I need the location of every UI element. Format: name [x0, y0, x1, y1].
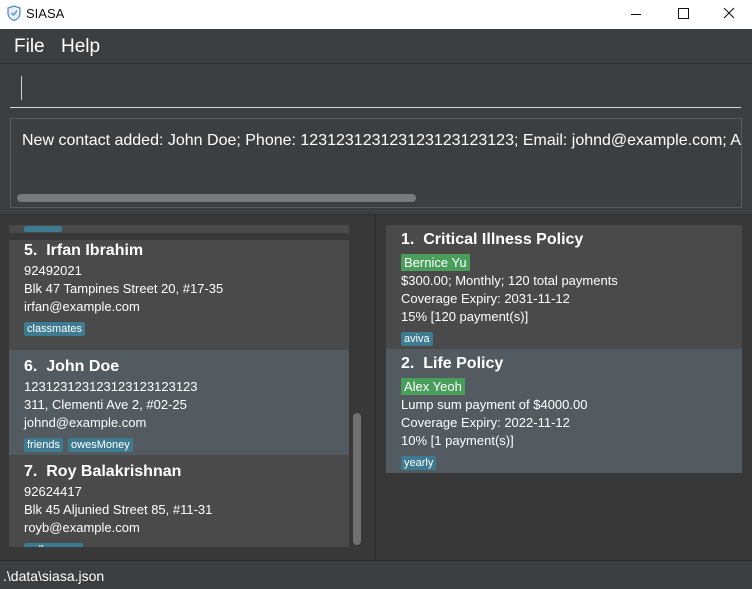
policy-title-text: Critical Illness Policy	[423, 231, 584, 248]
person-name: 7. Roy Balakrishnan	[24, 455, 349, 481]
policy-tag: aviva	[401, 332, 433, 346]
command-box	[0, 64, 752, 114]
person-name-text: Roy Balakrishnan	[46, 463, 182, 480]
window-title: SIASA	[26, 6, 65, 21]
person-name: 5. Irfan Ibrahim	[24, 240, 349, 260]
policy-title: 2. Life Policy	[401, 349, 742, 373]
minimize-icon	[631, 14, 641, 15]
person-tag: classmates	[24, 322, 86, 336]
policy-index: 2.	[401, 355, 415, 372]
policy-title-text: Life Policy	[423, 355, 504, 372]
person-card-selected[interactable]: 6. John Doe 123123123123123123123123 311…	[9, 350, 349, 455]
person-email: johnd@example.com	[24, 415, 147, 430]
person-index: 6.	[24, 358, 38, 375]
maximize-button[interactable]	[660, 0, 706, 29]
person-tag-partial	[24, 226, 62, 232]
menu-file[interactable]: File	[14, 36, 45, 58]
person-email: royb@example.com	[24, 520, 140, 535]
maximize-icon	[678, 8, 689, 19]
policy-index: 1.	[401, 231, 415, 248]
policy-expiry: Coverage Expiry: 2031-11-12	[401, 291, 570, 306]
policy-card[interactable]: 1. Critical Illness Policy Bernice Yu $3…	[386, 225, 742, 349]
person-address: Blk 45 Aljunied Street 85, #11-31	[24, 502, 213, 517]
close-button[interactable]	[706, 0, 752, 29]
save-file-path: .\data\siasa.json	[3, 568, 105, 584]
policy-payment: $300.00; Monthly; 120 total payments	[401, 273, 618, 288]
shield-icon	[7, 5, 21, 21]
person-address: 311, Clementi Ave 2, #02-25	[24, 397, 187, 412]
person-phone: 123123123123123123123123	[24, 379, 198, 394]
menu-help[interactable]: Help	[61, 36, 100, 58]
status-bar: .\data\siasa.json	[0, 560, 752, 589]
person-phone: 92492021	[24, 263, 82, 278]
person-list-scroll-thumb[interactable]	[353, 413, 361, 545]
policy-commission: 10% [1 payment(s)]	[401, 433, 514, 448]
result-message: New contact added: John Doe; Phone: 1231…	[22, 132, 741, 149]
policy-owner: Alex Yeoh	[401, 378, 465, 395]
person-name-text: Irfan Ibrahim	[46, 242, 144, 259]
person-index: 5.	[24, 242, 38, 259]
person-tag: friends	[24, 438, 64, 452]
policy-title: 1. Critical Illness Policy	[401, 225, 742, 249]
person-index: 7.	[24, 463, 38, 480]
title-bar: SIASA	[0, 0, 752, 29]
person-tag: colleagues	[24, 543, 83, 547]
result-display: New contact added: John Doe; Phone: 1231…	[10, 118, 742, 208]
person-list[interactable]: 5. Irfan Ibrahim 92492021 Blk 47 Tampine…	[9, 225, 349, 547]
person-phone: 92624417	[24, 484, 82, 499]
person-tag: owesMoney	[68, 438, 133, 452]
text-caret	[21, 76, 22, 100]
policy-payment: Lump sum payment of $4000.00	[401, 397, 588, 412]
policy-list-panel: 1. Critical Illness Policy Bernice Yu $3…	[376, 215, 752, 560]
policy-card-selected[interactable]: 2. Life Policy Alex Yeoh Lump sum paymen…	[386, 349, 742, 473]
result-horizontal-scrollbar[interactable]	[17, 194, 416, 202]
person-email: irfan@example.com	[24, 299, 140, 314]
person-card[interactable]: 5. Irfan Ibrahim 92492021 Blk 47 Tampine…	[9, 240, 349, 350]
person-name: 6. John Doe	[24, 350, 349, 376]
close-icon	[723, 7, 735, 19]
person-list-panel: 5. Irfan Ibrahim 92492021 Blk 47 Tampine…	[0, 215, 375, 560]
menu-bar: File Help	[0, 29, 752, 64]
person-card[interactable]: 7. Roy Balakrishnan 92624417 Blk 45 Alju…	[9, 455, 349, 547]
person-name-text: John Doe	[46, 358, 120, 375]
command-input[interactable]	[10, 72, 741, 108]
policy-commission: 15% [120 payment(s)]	[401, 309, 529, 324]
person-card-partial[interactable]	[9, 225, 349, 233]
policy-tag: yearly	[401, 456, 437, 470]
policy-owner: Bernice Yu	[401, 254, 470, 271]
minimize-button[interactable]	[613, 0, 659, 29]
person-address: Blk 47 Tampines Street 20, #17-35	[24, 281, 224, 296]
policy-expiry: Coverage Expiry: 2022-11-12	[401, 415, 570, 430]
